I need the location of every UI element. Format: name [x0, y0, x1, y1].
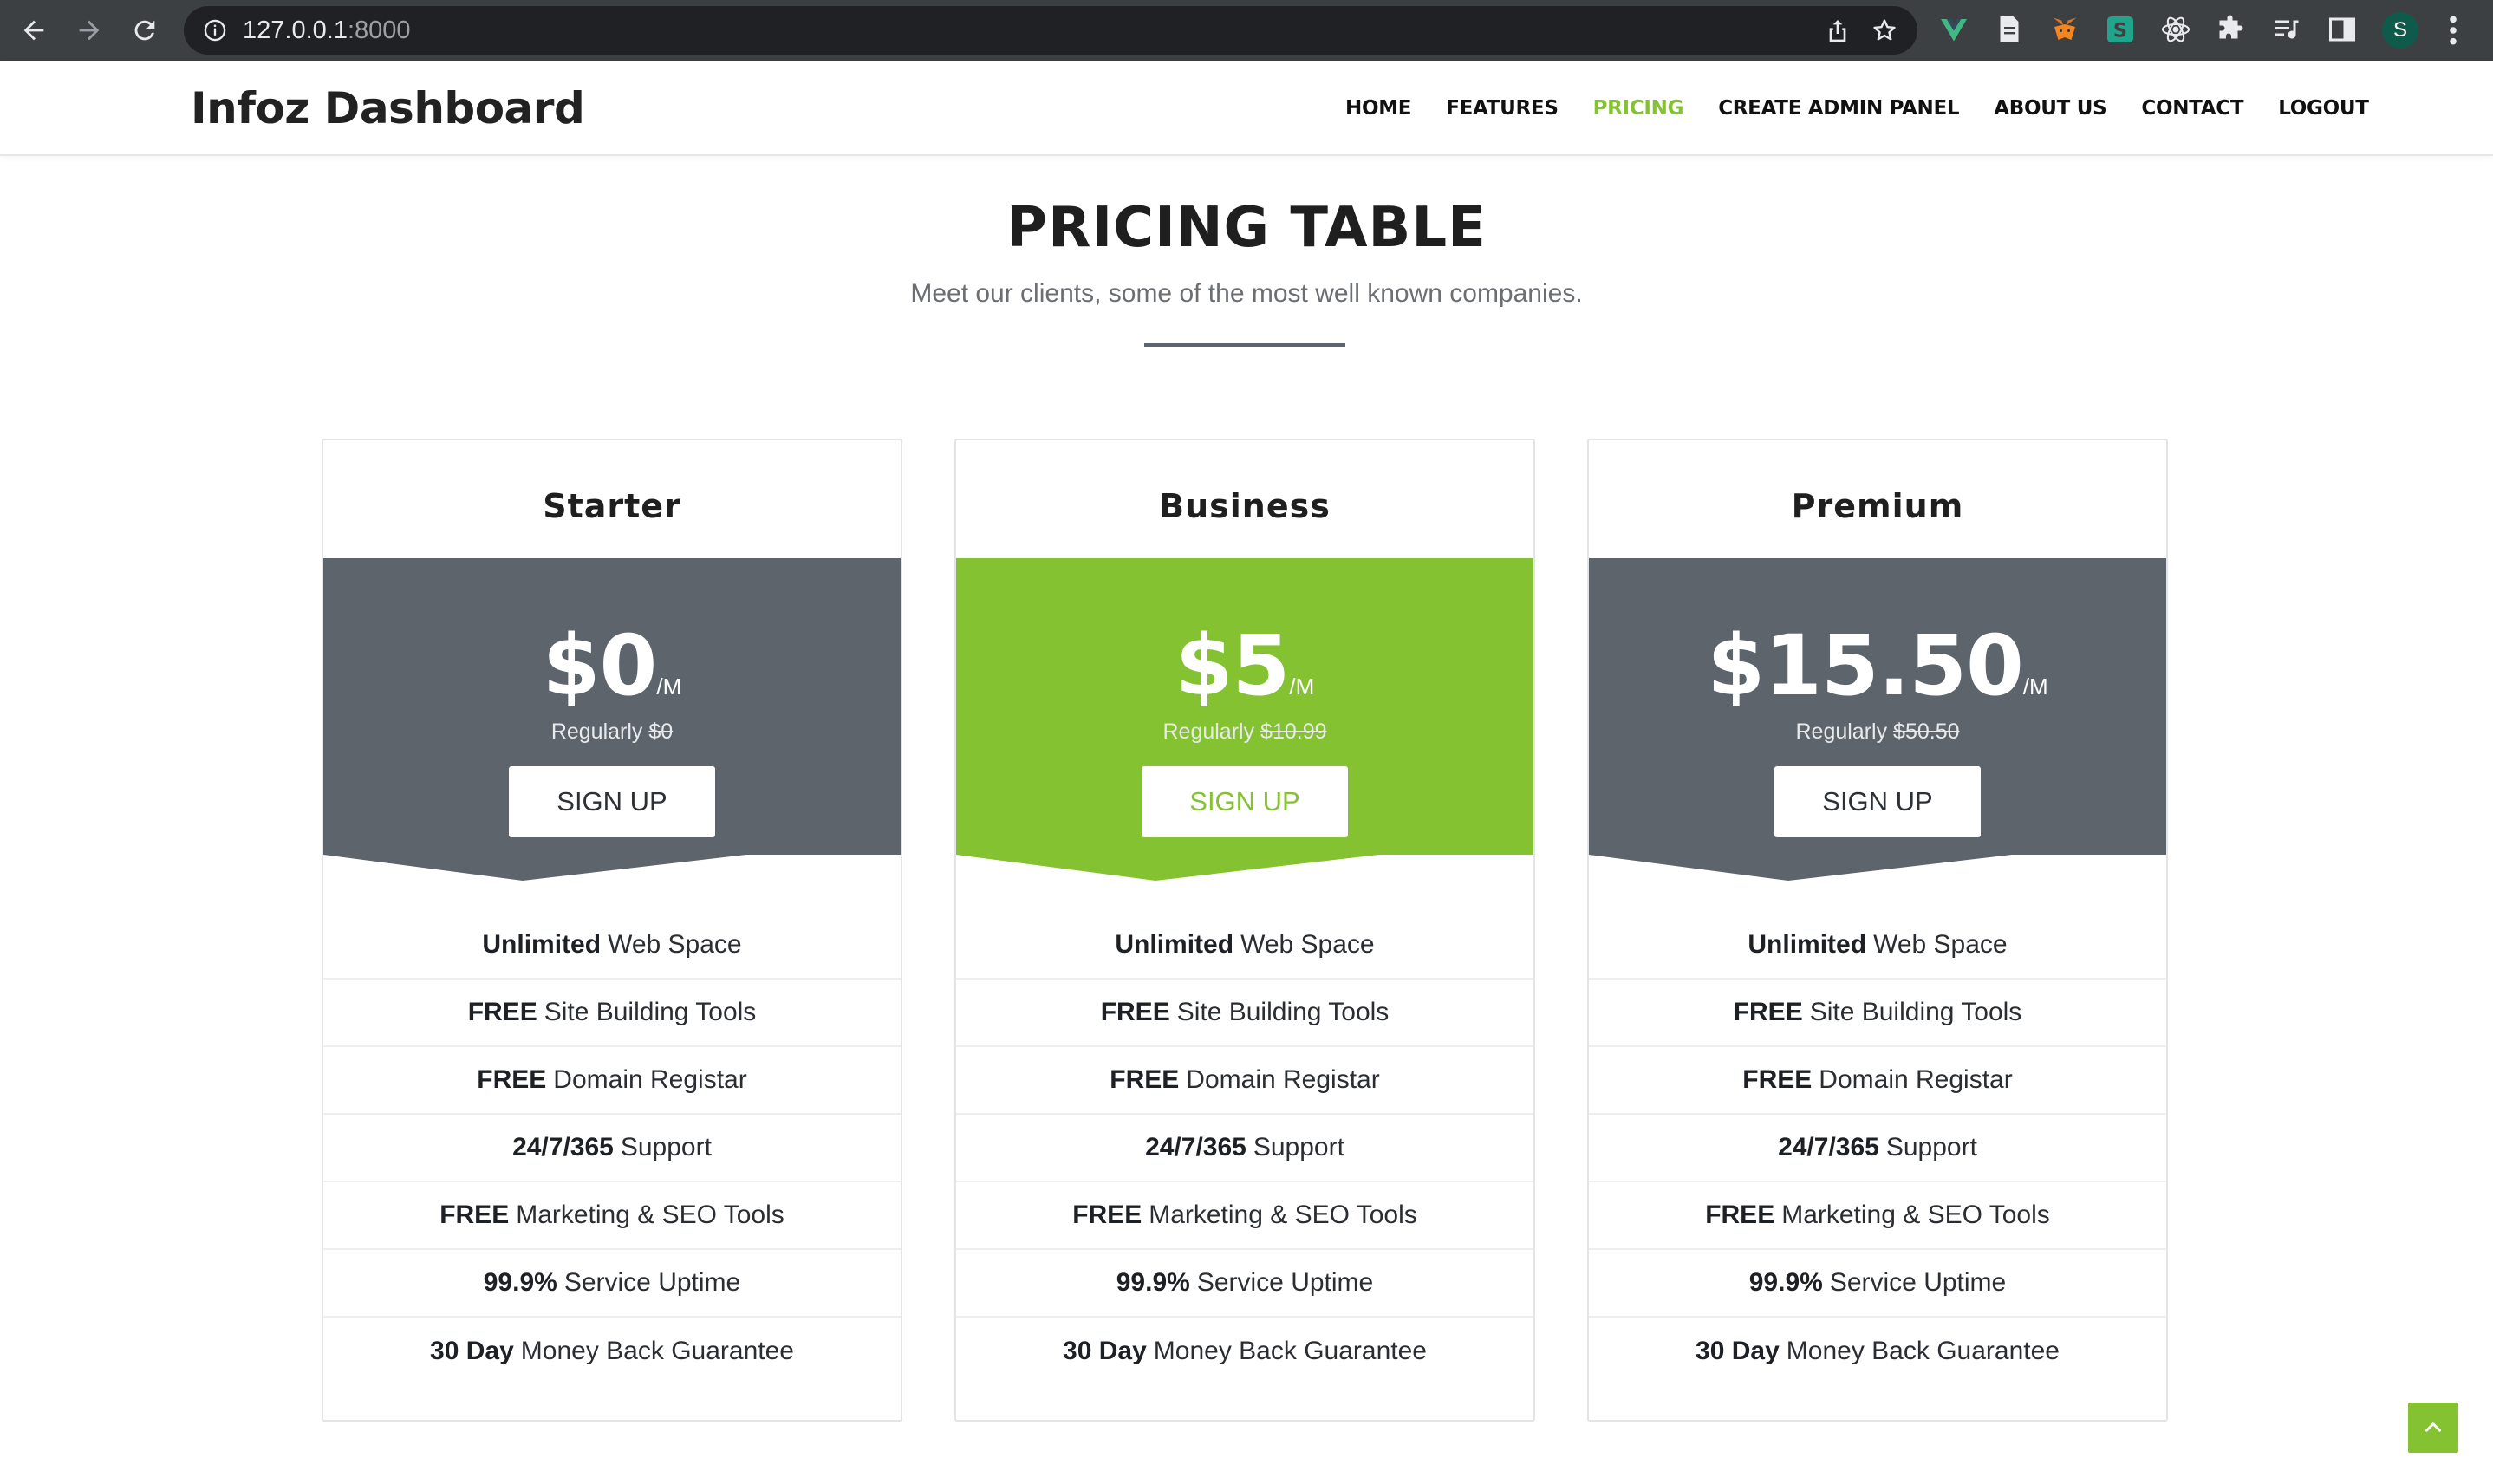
browser-toolbar: 127.0.0.1:8000 S S	[0, 0, 2493, 61]
list-item: FREE Domain Registar	[956, 1047, 1533, 1115]
list-item: FREE Marketing & SEO Tools	[323, 1182, 901, 1250]
section-divider	[1144, 343, 1345, 347]
list-item: FREE Domain Registar	[323, 1047, 901, 1115]
price-band: $15.50/M Regularly $50.50 SIGN UP	[1589, 558, 2166, 881]
list-item: 99.9% Service Uptime	[1589, 1250, 2166, 1318]
s-extension-icon[interactable]: S	[2105, 14, 2136, 45]
react-devtools-icon[interactable]	[2160, 14, 2191, 45]
list-item: 99.9% Service Uptime	[323, 1250, 901, 1318]
metamask-fox-icon[interactable]	[2049, 14, 2080, 45]
nav-create-admin-panel[interactable]: CREATE ADMIN PANEL	[1718, 97, 1959, 120]
forward-icon[interactable]	[71, 12, 107, 49]
back-icon[interactable]	[16, 12, 52, 49]
list-item: 24/7/365 Support	[1589, 1115, 2166, 1182]
pricing-card-starter: Starter $0/M Regularly $0 SIGN UP Unlimi…	[322, 439, 902, 1422]
list-item: 30 Day Money Back Guarantee	[430, 1337, 794, 1365]
nav-logout[interactable]: LOGOUT	[2278, 97, 2369, 120]
info-icon[interactable]	[203, 18, 227, 42]
sign-up-button[interactable]: SIGN UP	[509, 766, 715, 837]
share-icon[interactable]	[1824, 16, 1852, 44]
brand-logo[interactable]: Infoz Dashboard	[191, 83, 585, 133]
list-item: FREE Site Building Tools	[323, 980, 901, 1047]
feature-list: Unlimited Web Space FREE Site Building Too…	[956, 912, 1533, 1385]
regular-price: Regularly $10.99	[1162, 719, 1327, 744]
plan-name: Premium	[1791, 487, 1964, 525]
extensions-puzzle-icon[interactable]	[2216, 14, 2247, 45]
vue-devtools-icon[interactable]	[1938, 14, 1969, 45]
menu-kebab-icon[interactable]	[2443, 14, 2464, 47]
feature-list: Unlimited Web Space FREE Site Building Too…	[323, 912, 901, 1385]
reload-icon[interactable]	[127, 12, 163, 49]
list-item: FREE Marketing & SEO Tools	[956, 1182, 1533, 1250]
regular-price: Regularly $50.50	[1795, 719, 1960, 744]
price-band: $5/M Regularly $10.99 SIGN UP	[956, 558, 1533, 881]
plan-price: $15.50/M	[1707, 617, 2048, 714]
bookmark-star-icon[interactable]	[1871, 16, 1898, 44]
list-item: 99.9% Service Uptime	[956, 1250, 1533, 1318]
nav-about-us[interactable]: ABOUT US	[1994, 97, 2106, 120]
plan-name: Business	[1159, 487, 1331, 525]
pricing-card-premium: Premium $15.50/M Regularly $50.50 SIGN U…	[1587, 439, 2168, 1422]
section-subtitle: Meet our clients, some of the most well …	[910, 279, 1583, 308]
profile-avatar[interactable]: S	[2382, 12, 2418, 49]
sign-up-button[interactable]: SIGN UP	[1142, 766, 1348, 837]
pricing-card-business: Business $5/M Regularly $10.99 SIGN UP U…	[954, 439, 1535, 1422]
plan-name: Starter	[543, 487, 681, 525]
list-item: FREE Marketing & SEO Tools	[1589, 1182, 2166, 1250]
side-panel-icon[interactable]	[2327, 14, 2358, 45]
list-item: Unlimited Web Space	[1589, 912, 2166, 980]
back-to-top-button[interactable]	[2408, 1403, 2458, 1453]
section-title: PRICING TABLE	[1006, 196, 1487, 260]
list-item: 24/7/365 Support	[323, 1115, 901, 1182]
svg-text:S: S	[2113, 19, 2127, 42]
list-item: FREE Site Building Tools	[956, 980, 1533, 1047]
nav-home[interactable]: HOME	[1345, 97, 1412, 120]
list-item: 24/7/365 Support	[956, 1115, 1533, 1182]
list-item: 30 Day Money Back Guarantee	[1063, 1337, 1427, 1365]
price-band: $0/M Regularly $0 SIGN UP	[323, 558, 901, 881]
list-item: 30 Day Money Back Guarantee	[1696, 1337, 2060, 1365]
nav-contact[interactable]: CONTACT	[2141, 97, 2243, 120]
url-text: 127.0.0.1:8000	[243, 16, 411, 44]
nav-features[interactable]: FEATURES	[1446, 97, 1559, 120]
list-item: FREE Domain Registar	[1589, 1047, 2166, 1115]
document-extension-icon[interactable]	[1994, 14, 2025, 45]
sign-up-button[interactable]: SIGN UP	[1774, 766, 1981, 837]
media-playlist-icon[interactable]	[2271, 14, 2302, 45]
profile-initial: S	[2392, 18, 2407, 42]
site-header: Infoz Dashboard HOME FEATURES PRICING CR…	[0, 61, 2493, 156]
list-item: Unlimited Web Space	[323, 912, 901, 980]
address-bar[interactable]: 127.0.0.1:8000	[184, 6, 1917, 55]
list-item: Unlimited Web Space	[956, 912, 1533, 980]
chevron-up-icon	[2425, 1422, 2441, 1432]
plan-price: $0/M	[542, 617, 682, 714]
regular-price: Regularly $0	[550, 719, 674, 744]
nav-pricing[interactable]: PRICING	[1593, 97, 1684, 120]
list-item: FREE Site Building Tools	[1589, 980, 2166, 1047]
plan-price: $5/M	[1175, 617, 1315, 714]
feature-list: Unlimited Web Space FREE Site Building Too…	[1589, 912, 2166, 1385]
main-nav: HOME FEATURES PRICING CREATE ADMIN PANEL…	[1345, 97, 2369, 120]
